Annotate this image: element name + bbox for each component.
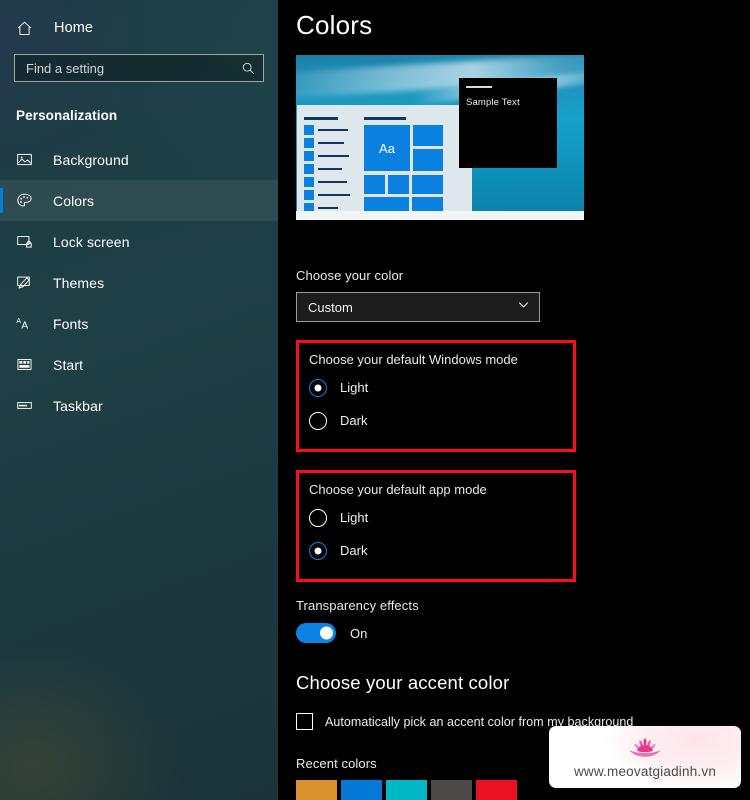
search-box[interactable] <box>14 54 264 82</box>
transparency-toggle-row[interactable]: On <box>296 623 750 643</box>
accent-color-heading: Choose your accent color <box>296 672 510 693</box>
image-icon <box>16 151 40 168</box>
sidebar-item-label: Taskbar <box>53 397 103 414</box>
start-tiles-icon <box>16 356 40 373</box>
radio-label: Light <box>340 510 369 525</box>
page-title: Colors <box>296 10 373 40</box>
sidebar-item-taskbar[interactable]: Taskbar <box>0 385 278 426</box>
palette-icon <box>16 192 40 209</box>
app-mode-option-light[interactable]: Light <box>309 501 573 534</box>
preview-start-list <box>304 117 352 220</box>
app-mode-option-dark[interactable]: Dark <box>309 534 573 567</box>
sidebar-item-fonts[interactable]: A A Fonts <box>0 303 278 344</box>
color-swatch[interactable] <box>431 780 472 800</box>
preview-window-titlebar <box>466 86 492 88</box>
settings-window: Home Personalization <box>0 0 750 800</box>
svg-text:A: A <box>16 318 21 325</box>
app-mode-group: Choose your default app mode Light Dark <box>296 470 576 582</box>
preview-start-tiles: Aa <box>364 117 464 217</box>
sidebar-item-themes[interactable]: Themes <box>0 262 278 303</box>
search-icon[interactable] <box>241 61 256 76</box>
sidebar-home-label: Home <box>54 20 94 36</box>
theme-preview: Aa Sample Text <box>296 55 584 220</box>
preview-taskbar <box>296 211 584 220</box>
windows-mode-option-light[interactable]: Light <box>309 371 573 404</box>
windows-mode-title: Choose your default Windows mode <box>309 352 518 367</box>
color-swatch[interactable] <box>296 780 337 800</box>
sidebar-item-label: Background <box>53 151 129 168</box>
transparency-state: On <box>350 625 368 641</box>
sidebar-section-label: Personalization <box>16 108 118 123</box>
sidebar-item-label: Colors <box>53 192 95 209</box>
radio-label: Light <box>340 380 369 395</box>
main-content: Colors Aa Sample Text Choose your color … <box>278 0 750 800</box>
sidebar-item-label: Lock screen <box>53 233 130 250</box>
watermark-text: www.meovatgiadinh.vn <box>573 763 717 779</box>
sidebar-item-label: Fonts <box>53 315 89 332</box>
windows-mode-group: Choose your default Windows mode Light D… <box>296 340 576 452</box>
transparency-toggle[interactable] <box>296 623 336 643</box>
sidebar-item-label: Themes <box>53 274 105 291</box>
sidebar-item-label: Start <box>53 356 84 373</box>
choose-color-dropdown[interactable]: Custom <box>296 292 540 322</box>
color-swatch[interactable] <box>386 780 427 800</box>
home-icon <box>16 20 42 37</box>
fonts-aa-icon: A A <box>16 315 40 332</box>
app-mode-title: Choose your default app mode <box>309 482 487 497</box>
sidebar-nav-list: Background Colors Lock screen Themes A A… <box>0 139 278 426</box>
radio-icon[interactable] <box>309 378 327 397</box>
choose-color-value: Custom <box>308 299 353 315</box>
preview-sample-text: Sample Text <box>466 97 520 108</box>
radio-icon[interactable] <box>309 508 327 527</box>
sidebar-item-lock-screen[interactable]: Lock screen <box>0 221 278 262</box>
sidebar-item-home[interactable]: Home <box>0 8 278 48</box>
preview-start-menu: Aa <box>297 105 472 220</box>
color-swatch[interactable] <box>341 780 382 800</box>
windows-mode-option-dark[interactable]: Dark <box>309 404 573 437</box>
sidebar: Home Personalization <box>0 0 278 800</box>
lock-screen-icon <box>16 233 40 250</box>
toggle-knob <box>320 626 333 640</box>
lotus-flower-icon <box>626 736 664 763</box>
sidebar-item-colors[interactable]: Colors <box>0 180 278 221</box>
sidebar-item-background[interactable]: Background <box>0 139 278 180</box>
search-input[interactable] <box>26 55 241 81</box>
svg-text:A: A <box>21 320 28 331</box>
radio-label: Dark <box>340 543 368 558</box>
chevron-down-icon[interactable] <box>517 298 530 316</box>
sidebar-item-start[interactable]: Start <box>0 344 278 385</box>
preview-app-window: Sample Text <box>459 78 557 168</box>
color-swatch[interactable] <box>476 780 517 800</box>
taskbar-icon <box>16 397 40 414</box>
radio-icon[interactable] <box>309 541 327 560</box>
watermark-badge: www.meovatgiadinh.vn <box>549 726 741 788</box>
auto-pick-accent-checkbox[interactable] <box>296 713 313 730</box>
themes-brush-icon <box>16 274 40 291</box>
preview-tile-aa: Aa <box>379 140 395 156</box>
transparency-label: Transparency effects <box>296 598 419 613</box>
radio-label: Dark <box>340 413 368 428</box>
choose-color-label: Choose your color <box>296 268 404 283</box>
radio-icon[interactable] <box>309 411 327 430</box>
